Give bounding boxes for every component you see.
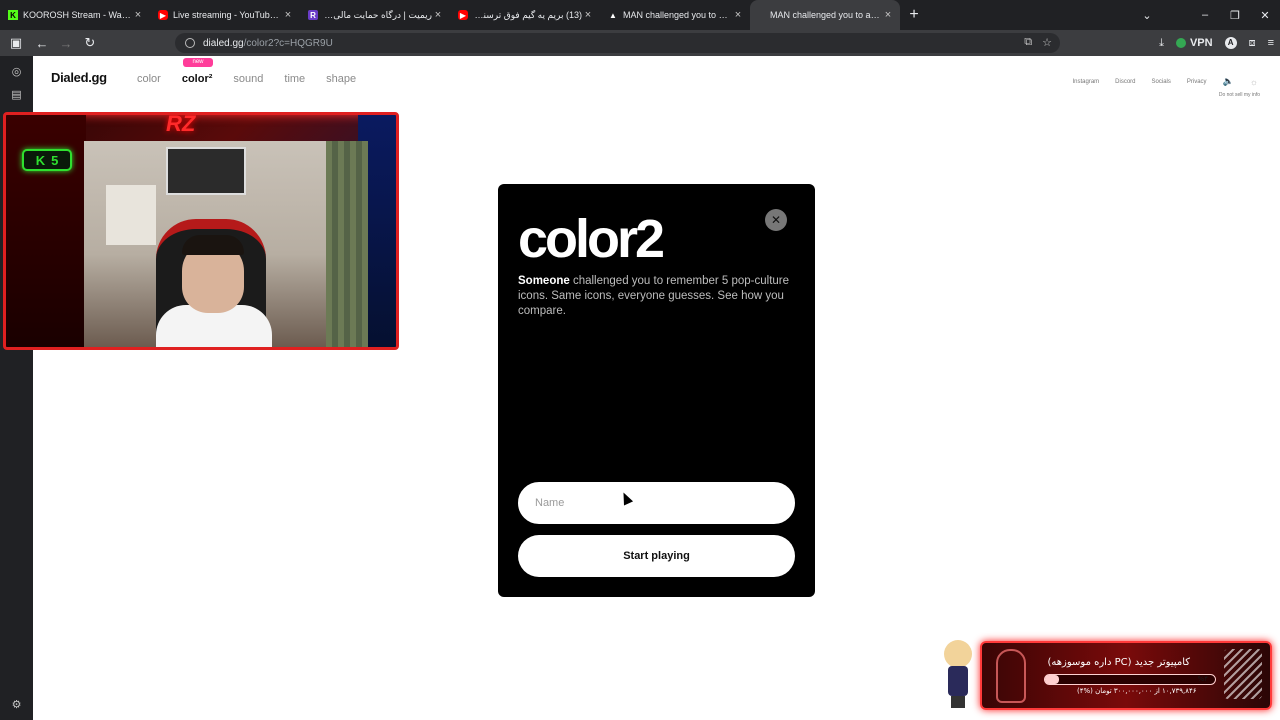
browser-tab-dialed-active[interactable]: MAN challenged you to a chara ×	[750, 0, 900, 30]
new-tab-button[interactable]: +	[900, 6, 928, 24]
tab-title: (13) بریم یه گیم فوق ترسناک - e	[473, 9, 582, 20]
tab-search-icon[interactable]: ⌄	[1132, 9, 1162, 22]
vpn-button[interactable]: VPN	[1175, 37, 1213, 49]
hand-emblem-icon	[996, 649, 1026, 703]
tab-title: MAN challenged you to a chara	[623, 10, 732, 20]
bookmark-star-icon[interactable]: ☆	[1042, 36, 1052, 49]
new-badge: new	[183, 58, 213, 67]
browser-tab-youtube-video[interactable]: ▶ (13) بریم یه گیم فوق ترسناک - e ×	[450, 0, 600, 30]
tab-title: Live streaming - YouTube Studio	[173, 10, 282, 20]
chibi-head	[944, 640, 972, 668]
site-info-icon[interactable]	[185, 38, 195, 48]
sidebar-toggle-icon[interactable]: ▣	[4, 35, 28, 51]
tab-title: ریمیت | درگاه حمایت مالی از lad	[323, 9, 432, 20]
webcam-overlay: RZ K 5	[3, 112, 399, 350]
do-not-sell-link[interactable]: Do not sell my info	[1219, 92, 1260, 98]
site-nav: color color² sound time shape	[137, 73, 377, 85]
back-icon[interactable]: ←	[30, 36, 54, 51]
close-tab-icon[interactable]: ×	[282, 9, 294, 21]
close-tab-icon[interactable]: ×	[132, 9, 144, 21]
tab-bar: K KOOROSH Stream - Watch Live × ▶ Live s…	[0, 0, 1280, 30]
streamer-hair	[182, 235, 244, 255]
sound-icon[interactable]: 🔈	[1223, 76, 1234, 87]
nav-time[interactable]: time	[284, 73, 305, 85]
nav-color[interactable]: color	[137, 73, 161, 85]
theme-toggle-icon[interactable]: ☼	[1250, 77, 1258, 87]
browser-tab-dialed-1[interactable]: ▲ MAN challenged you to a chara ×	[600, 0, 750, 30]
extensions-icon[interactable]: ⧈	[1249, 37, 1256, 50]
close-tab-icon[interactable]: ×	[732, 9, 744, 21]
url-host: dialed.gg	[203, 37, 244, 49]
viewer-count: 5	[51, 152, 59, 168]
address-bar[interactable]: dialed.gg/color2?c=HQGR9U ⧉ ☆	[175, 33, 1060, 53]
donation-progress-fill	[1045, 675, 1059, 684]
close-tab-icon[interactable]: ×	[582, 9, 594, 21]
modal-description: Someone challenged you to remember 5 pop…	[518, 274, 798, 319]
youtube-icon: ▶	[458, 10, 468, 20]
close-tab-icon[interactable]: ×	[882, 9, 894, 21]
browser-toolbar: ▣ ← → ↻ dialed.gg/color2?c=HQGR9U ⧉ ☆ ⤓ …	[0, 30, 1280, 56]
browser-tab-kick[interactable]: K KOOROSH Stream - Watch Live ×	[0, 0, 150, 30]
youtube-icon: ▶	[158, 10, 168, 20]
close-tab-icon[interactable]: ×	[432, 9, 444, 21]
challenge-modal: ✕ color2 Someone challenged you to remem…	[498, 184, 815, 597]
reymit-icon: R	[308, 10, 318, 20]
reading-list-icon[interactable]: ▤	[10, 89, 23, 102]
chibi-legs	[951, 696, 965, 708]
dialed-icon: ▲	[609, 10, 617, 20]
address-bar-actions: ⧉ ☆	[1024, 36, 1052, 49]
minimize-icon[interactable]: –	[1190, 9, 1220, 21]
nav-shape[interactable]: shape	[326, 73, 356, 85]
webcam-brand-logo: RZ	[166, 112, 196, 136]
profile-avatar[interactable]: A	[1224, 37, 1237, 49]
toolbar-right: ⤓ VPN A ⧈ ≡	[1159, 30, 1274, 56]
wings-emblem-icon	[1224, 649, 1262, 699]
challenger-name: Someone	[518, 275, 570, 287]
social-links: Instagram Discord Socials Privacy 🔈 ☼	[1072, 76, 1258, 87]
reload-icon[interactable]: ↻	[78, 35, 102, 51]
start-playing-button[interactable]: Start playing	[518, 535, 795, 577]
browser-tab-youtube-studio[interactable]: ▶ Live streaming - YouTube Studio ×	[150, 0, 300, 30]
donation-progress-bar	[1044, 674, 1216, 685]
webcam-poster	[166, 147, 246, 195]
chibi-character-image	[940, 640, 976, 708]
kick-icon: K	[8, 10, 18, 20]
close-modal-button[interactable]: ✕	[765, 209, 787, 231]
link-instagram[interactable]: Instagram	[1072, 79, 1099, 85]
nav-sound[interactable]: sound	[233, 73, 263, 85]
close-window-icon[interactable]: ✕	[1250, 9, 1280, 22]
site-logo[interactable]: Dialed.gg	[51, 70, 107, 85]
nav-color2[interactable]: color²	[182, 73, 213, 85]
url-path: /color2?c=HQGR9U	[243, 37, 333, 49]
download-icon[interactable]: ⤓	[1159, 37, 1164, 50]
donation-goal-widget: کامپیوتر جدید (PC داره موسوزهه) %۴ ۱۰,۷۳…	[980, 641, 1272, 710]
vpn-status-icon	[1175, 38, 1186, 48]
window-controls: ⌄ – ❐ ✕	[1132, 0, 1280, 30]
chibi-body	[948, 666, 968, 696]
settings-gear-icon[interactable]: ⚙	[10, 699, 23, 712]
tab-title: KOOROSH Stream - Watch Live	[23, 10, 132, 20]
restore-icon[interactable]: ❐	[1220, 9, 1250, 22]
link-privacy[interactable]: Privacy	[1187, 79, 1207, 85]
link-discord[interactable]: Discord	[1115, 79, 1135, 85]
kick-icon: K	[35, 152, 46, 168]
forward-icon[interactable]: →	[54, 36, 78, 51]
name-input[interactable]	[518, 482, 795, 524]
menu-icon[interactable]: ≡	[1268, 37, 1274, 49]
tab-title: MAN challenged you to a chara	[770, 10, 882, 20]
webcam-curtain	[326, 141, 368, 347]
donation-amount: ۱۰,۷۳۹,۸۴۶ از ۳۰۰,۰۰۰,۰۰۰ تومان (%۴)	[1077, 687, 1197, 695]
modal-title: color2	[518, 209, 665, 269]
donation-goal-title: کامپیوتر جدید (PC داره موسوزهه)	[1047, 657, 1191, 668]
ai-icon[interactable]: ◎	[10, 66, 23, 79]
kick-viewer-badge: K 5	[22, 149, 72, 171]
donation-percent: %۴	[1197, 675, 1208, 683]
install-app-icon[interactable]: ⧉	[1024, 36, 1032, 49]
webcam-shelf	[106, 185, 156, 245]
browser-tab-reymit[interactable]: R ریمیت | درگاه حمایت مالی از lad ×	[300, 0, 450, 30]
link-socials[interactable]: Socials	[1152, 79, 1171, 85]
vpn-label: VPN	[1189, 37, 1213, 49]
